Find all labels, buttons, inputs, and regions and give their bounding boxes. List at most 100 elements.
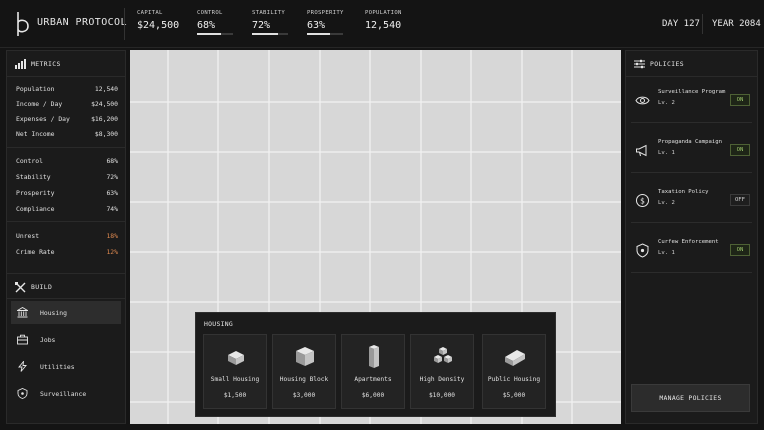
manage-policies-button[interactable]: MANAGE POLICIES: [631, 384, 750, 412]
policy-curfew-enforcement: Curfew Enforcement Lv. 1 ON: [631, 233, 752, 273]
metric-value: $8,300: [94, 130, 118, 138]
stat-label: PROSPERITY: [307, 10, 344, 16]
card-name: Small Housing: [210, 376, 260, 383]
stat-bar: [307, 33, 343, 35]
stat-stability: STABILITY 72%: [252, 10, 288, 42]
metric-row: Population 12,540: [16, 85, 118, 95]
metrics-header: METRICS: [7, 51, 125, 77]
policy-name: Curfew Enforcement: [658, 239, 719, 245]
stacked-cubes-icon: [434, 347, 452, 363]
metric-label: Prosperity: [16, 189, 55, 197]
housing-card-high-density[interactable]: High Density $10,000: [410, 334, 474, 409]
svg-text:$: $: [640, 196, 645, 205]
hammer-wrench-icon: [15, 282, 26, 293]
metric-label: Stability: [16, 173, 51, 181]
stat-bar-fill: [197, 33, 222, 35]
housing-title: HOUSING: [204, 320, 234, 328]
stat-bar: [197, 33, 233, 35]
metric-row: Unrest 18%: [16, 232, 118, 242]
build-item-label: Utilities: [40, 363, 75, 371]
day-counter: DAY 127: [662, 19, 700, 29]
divider: [124, 8, 125, 40]
metric-row: Prosperity 63%: [16, 189, 118, 199]
build-item-label: Housing: [40, 309, 67, 317]
housing-card-apartments[interactable]: Apartments $6,000: [341, 334, 405, 409]
metric-value: 12,540: [94, 85, 118, 93]
policy-toggle[interactable]: ON: [730, 244, 750, 256]
long-block-icon: [505, 350, 525, 366]
policy-toggle[interactable]: OFF: [730, 194, 750, 206]
right-panel: POLICIES Surveillance Program Lv. 2 ON P…: [625, 50, 758, 424]
card-price: $3,000: [292, 392, 316, 399]
metric-label: Control: [16, 157, 43, 165]
apartment-tower-icon: [369, 345, 379, 368]
metric-value: 74%: [106, 205, 118, 213]
build-item-jobs[interactable]: Jobs: [11, 328, 121, 351]
metric-label: Population: [16, 85, 55, 93]
policy-surveillance-program: Surveillance Program Lv. 2 ON: [631, 83, 752, 123]
metric-value: $16,200: [91, 115, 118, 123]
policy-level: Lv. 1: [658, 250, 675, 256]
metric-row: Net Income $8,300: [16, 130, 118, 140]
policy-toggle[interactable]: ON: [730, 94, 750, 106]
metrics-title: METRICS: [31, 60, 61, 68]
stat-label: CAPITAL: [137, 10, 163, 16]
year-counter: YEAR 2084: [712, 19, 761, 29]
build-header: BUILD: [7, 273, 125, 299]
stat-bar: [252, 33, 288, 35]
coin-icon: $: [636, 194, 649, 207]
metric-row: Expenses / Day $16,200: [16, 115, 118, 125]
building-columns-icon: [17, 307, 28, 318]
stat-value: $24,500: [137, 20, 180, 31]
policy-level: Lv. 2: [658, 100, 675, 106]
build-item-utilities[interactable]: Utilities: [11, 355, 121, 378]
metric-value-warning: 18%: [106, 232, 118, 240]
shield-icon: [17, 388, 28, 399]
policy-name: Taxation Policy: [658, 189, 709, 195]
app-title: URBAN PROTOCOL: [37, 17, 127, 28]
policy-toggle[interactable]: ON: [730, 144, 750, 156]
metric-label: Income / Day: [16, 100, 63, 108]
housing-card-small-housing[interactable]: Small Housing $1,500: [203, 334, 267, 409]
policy-propaganda-campaign: Propaganda Campaign Lv. 1 ON: [631, 133, 752, 173]
metric-value: 68%: [106, 157, 118, 165]
build-item-housing[interactable]: Housing: [11, 301, 121, 324]
housing-card-housing-block[interactable]: Housing Block $3,000: [272, 334, 336, 409]
card-price: $10,000: [428, 392, 456, 399]
metric-label: Compliance: [16, 205, 55, 213]
stat-bar-fill: [252, 33, 278, 35]
card-price: $1,500: [223, 392, 247, 399]
policy-level: Lv. 2: [658, 200, 675, 206]
card-name: Apartments: [354, 376, 392, 383]
policy-name: Propaganda Campaign: [658, 139, 722, 145]
stat-value: 68%: [197, 20, 216, 31]
metric-label: Crime Rate: [16, 248, 55, 256]
policy-level: Lv. 1: [658, 150, 675, 156]
stat-value: 72%: [252, 20, 271, 31]
metric-value: 63%: [106, 189, 118, 197]
build-item-label: Jobs: [40, 336, 56, 344]
separator: [7, 147, 125, 148]
lightning-bolt-icon: [18, 361, 27, 372]
housing-block-cube-icon: [296, 347, 314, 366]
metric-row: Compliance 74%: [16, 205, 118, 215]
stat-label: CONTROL: [197, 10, 223, 16]
metric-label: Net Income: [16, 130, 55, 138]
card-name: Public Housing: [487, 376, 541, 383]
build-item-surveillance[interactable]: Surveillance: [11, 382, 121, 405]
metric-row: Control 68%: [16, 157, 118, 167]
card-price: $5,000: [502, 392, 526, 399]
metric-value-warning: 12%: [106, 248, 118, 256]
metric-row: Stability 72%: [16, 173, 118, 183]
megaphone-icon: [636, 144, 647, 157]
policies-title: POLICIES: [650, 60, 684, 68]
stat-value: 12,540: [365, 20, 402, 31]
metric-value: 72%: [106, 173, 118, 181]
build-item-label: Surveillance: [40, 390, 87, 398]
divider: [702, 14, 703, 34]
housing-card-public-housing[interactable]: Public Housing $5,000: [482, 334, 546, 409]
build-title: BUILD: [31, 283, 53, 291]
stat-control: CONTROL 68%: [197, 10, 233, 42]
card-name: High Density: [419, 376, 465, 383]
briefcase-icon: [17, 334, 28, 345]
